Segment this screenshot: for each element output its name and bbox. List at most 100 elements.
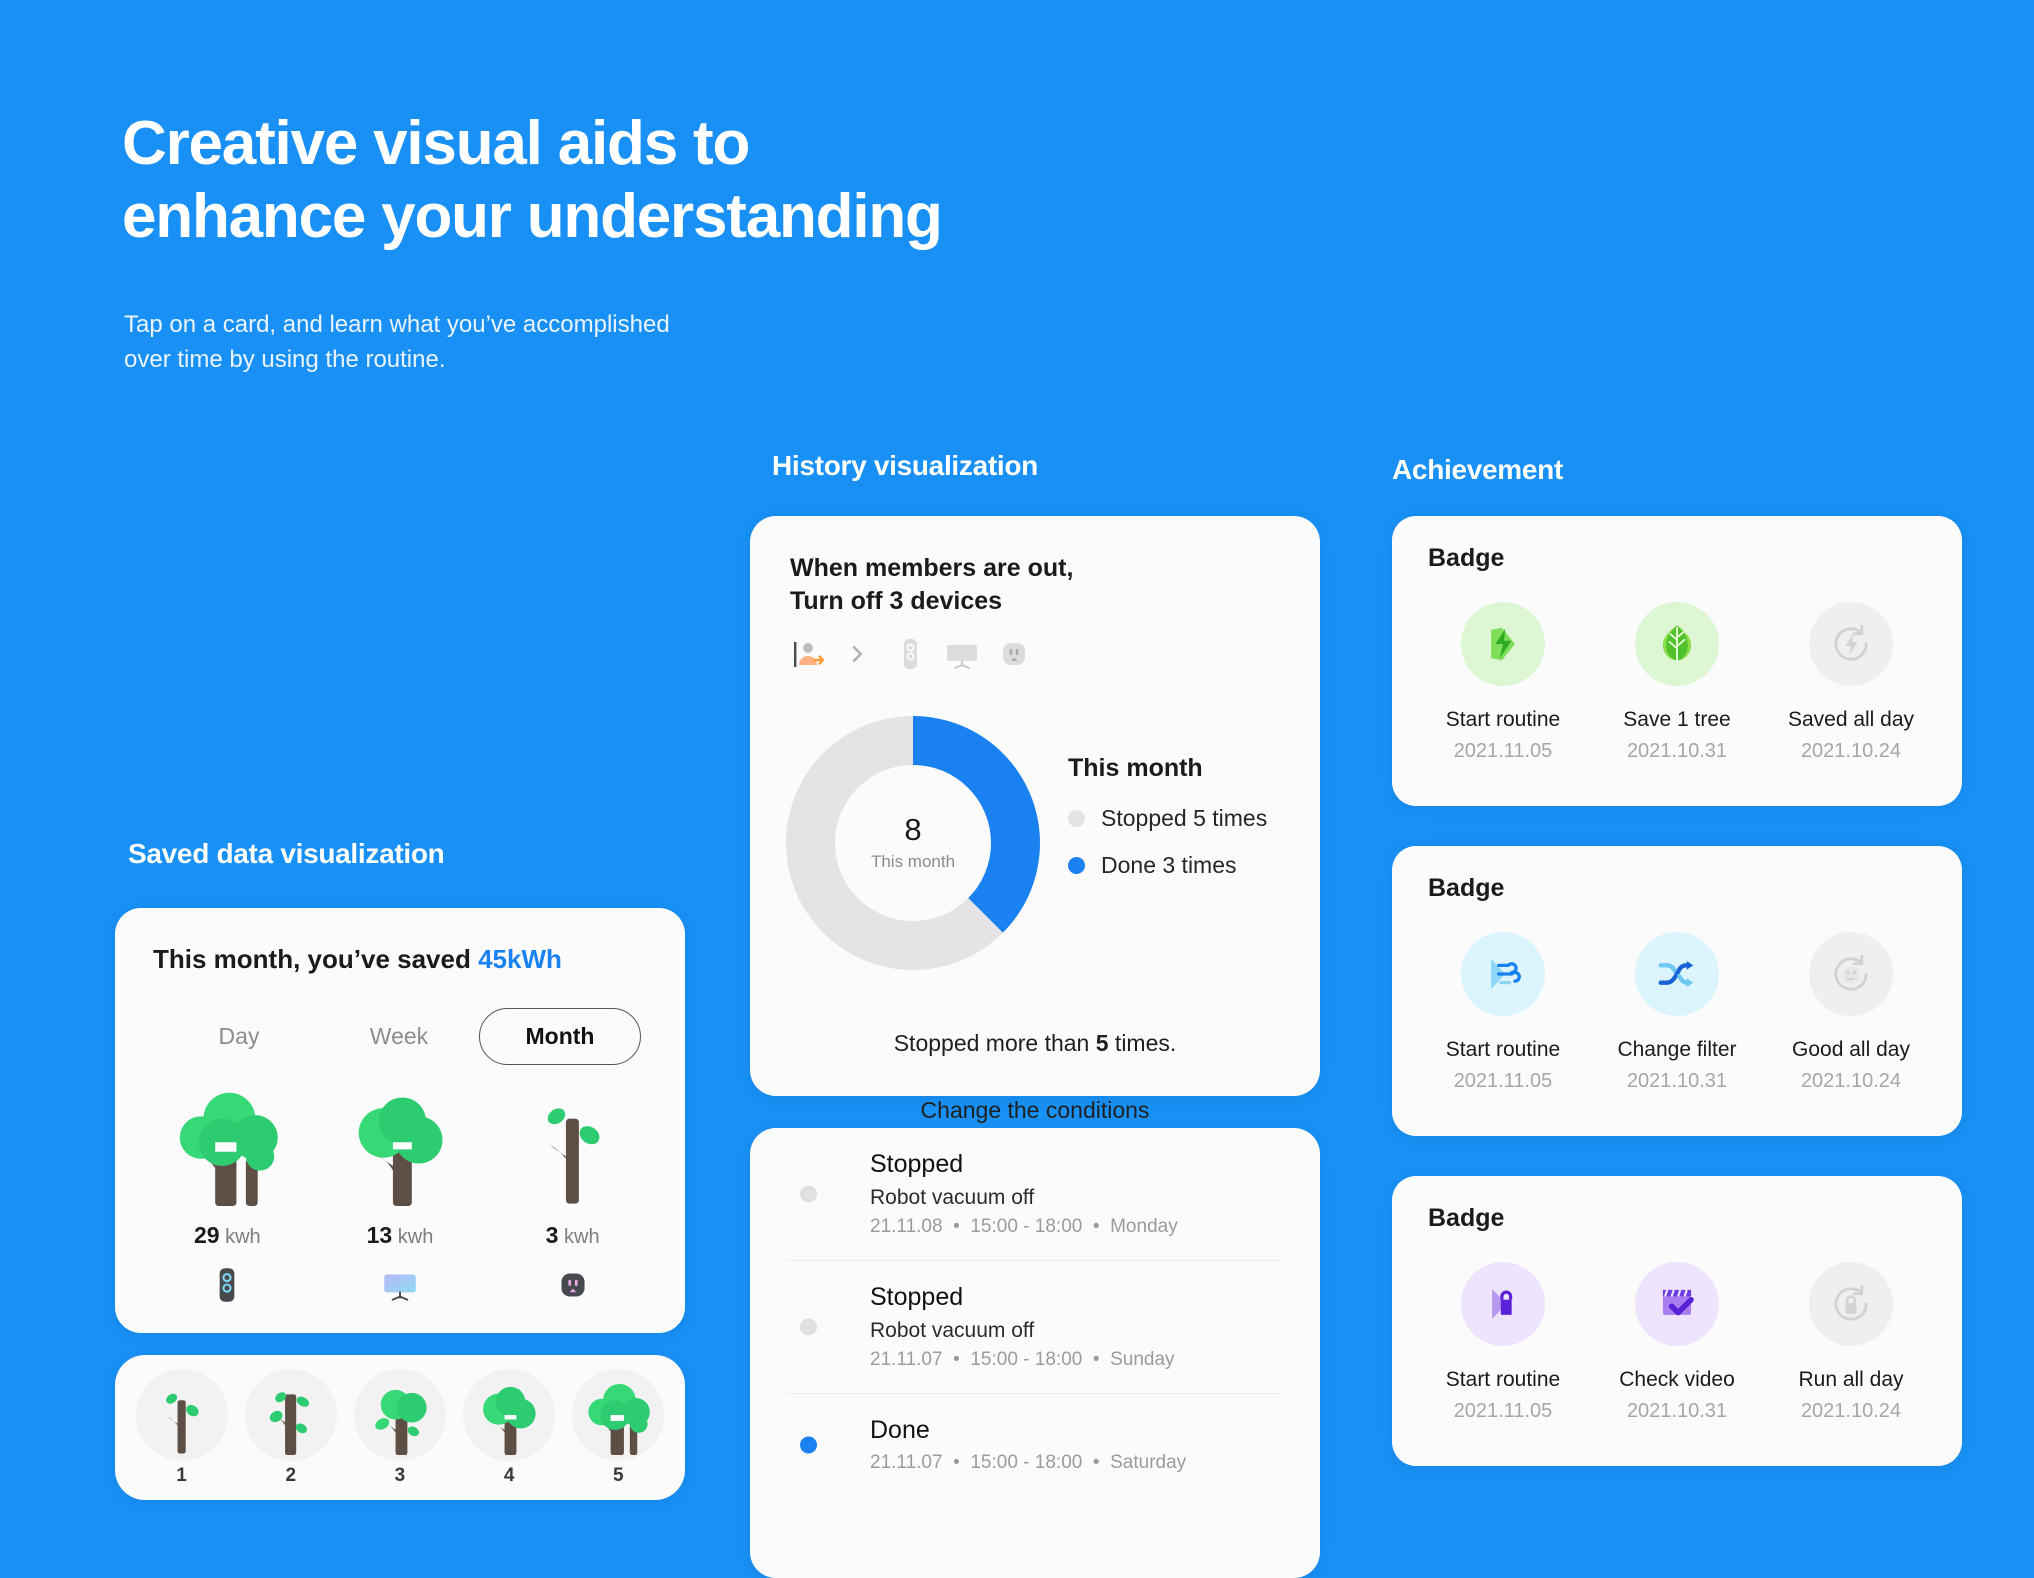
- savings-number: 3: [545, 1222, 559, 1248]
- period-tab-week[interactable]: Week: [319, 1009, 479, 1064]
- air-flow-icon: [1461, 932, 1545, 1016]
- savings-value: 13 kwh: [367, 1222, 434, 1249]
- log-meta-separator: •: [942, 1349, 971, 1370]
- tree-stage-illustration: [353, 1368, 446, 1461]
- badge-item[interactable]: Start routine 2021.11.05: [1423, 1262, 1583, 1423]
- tv-icon: [942, 634, 982, 674]
- log-status: Done: [870, 1416, 930, 1444]
- donut-center: 8 This month: [835, 765, 991, 921]
- tree-stage-illustration: [463, 1368, 556, 1461]
- refresh-lock-icon: [1809, 1262, 1893, 1346]
- legend-item: Stopped 5 times: [1068, 805, 1267, 832]
- badge-item[interactable]: Run all day 2021.10.24: [1771, 1262, 1931, 1423]
- member-leaving-icon: [790, 634, 830, 674]
- tree-stage-number: 2: [285, 1464, 297, 1486]
- donut-center-caption: This month: [870, 852, 956, 871]
- routine-flow-icons: [790, 634, 1034, 674]
- savings-unit: kwh: [397, 1226, 434, 1248]
- tree-stage-item[interactable]: 2: [244, 1368, 337, 1487]
- tree-stage-number: 1: [176, 1464, 187, 1486]
- savings-number: 29: [193, 1222, 220, 1248]
- remote-control-icon: [890, 634, 930, 674]
- device-savings-row: 29 kwh 13 kwh 3 kwh: [115, 1092, 685, 1307]
- log-status-dot: [800, 1318, 817, 1336]
- donut-total-value: 8: [904, 812, 922, 847]
- history-log-item[interactable]: Stopped Robot vacuum off 21.11.07 • 15:00 …: [786, 1260, 1284, 1393]
- badge-date: 2021.10.31: [1626, 1070, 1728, 1092]
- savings-unit: kwh: [225, 1226, 261, 1248]
- badge-date: 2021.11.05: [1453, 1400, 1553, 1422]
- log-weekday: Monday: [1110, 1216, 1178, 1237]
- badge-card[interactable]: Badge Start routine 2021.11.05 Change filt…: [1392, 846, 1962, 1136]
- badge-date: 2021.10.31: [1626, 740, 1728, 762]
- log-description: Robot vacuum off: [870, 1319, 1035, 1342]
- device-savings-item: 13 kwh: [325, 1096, 475, 1307]
- badge-date: 2021.10.24: [1800, 740, 1902, 762]
- routine-title: When members are out, Turn off 3 devices: [790, 554, 1074, 616]
- legend-label: Stopped 5 times: [1101, 805, 1268, 831]
- legend-label: Done 3 times: [1101, 852, 1237, 878]
- leaf-icon: [1635, 602, 1719, 686]
- badge-date: 2021.10.24: [1800, 1070, 1902, 1092]
- tree-growth-stage-card[interactable]: 1 2 3 4 5: [115, 1355, 685, 1500]
- history-visualization-card[interactable]: When members are out, Turn off 3 devices…: [750, 516, 1320, 1123]
- chevron-right-icon: [842, 639, 872, 669]
- tree-stage-item[interactable]: 1: [135, 1368, 228, 1487]
- tree-stage-item[interactable]: 4: [463, 1368, 556, 1487]
- tree-illustration: [168, 1092, 286, 1206]
- section-heading-achievement: Achievement: [1392, 454, 1563, 485]
- tree-stage-illustration: [244, 1368, 337, 1461]
- badge-item[interactable]: Save 1 tree 2021.10.31: [1597, 602, 1757, 763]
- log-time-range: 15:00 - 18:00: [970, 1216, 1083, 1237]
- period-tab-day[interactable]: Day: [159, 1009, 319, 1064]
- log-meta: 21.11.07 • 15:00 - 18:00 • Sunday: [870, 1349, 1284, 1371]
- page-subtitle: Tap on a card, and learn what you’ve acc…: [124, 311, 670, 373]
- log-meta: 21.11.07 • 15:00 - 18:00 • Saturday: [870, 1452, 1284, 1474]
- saved-data-card[interactable]: This month, you’ve saved 45kWh Day Week Mo…: [115, 908, 685, 1333]
- badge-label: Start routine: [1445, 708, 1561, 731]
- power-outlet-icon: [994, 634, 1034, 674]
- history-log-item[interactable]: Stopped Robot vacuum off 21.11.08 • 15:00 …: [786, 1128, 1284, 1260]
- badge-item[interactable]: Start routine 2021.11.05: [1423, 932, 1583, 1093]
- power-outlet-icon: [552, 1263, 594, 1307]
- legend-item: Done 3 times: [1068, 852, 1267, 879]
- badge-date: 2021.11.05: [1453, 740, 1553, 762]
- log-status-dot: [800, 1436, 817, 1454]
- badge-label: Change filter: [1617, 1038, 1737, 1061]
- savings-value: 29 kwh: [194, 1222, 261, 1249]
- log-meta-separator: •: [942, 1216, 971, 1237]
- log-weekday: Saturday: [1110, 1452, 1187, 1473]
- log-description: Robot vacuum off: [870, 1186, 1035, 1209]
- energy-bolt-icon: [1461, 602, 1545, 686]
- badge-item[interactable]: Start routine 2021.11.05: [1423, 602, 1583, 763]
- tree-illustration: [514, 1096, 632, 1206]
- tree-stage-item[interactable]: 3: [353, 1368, 446, 1487]
- legend-color-dot: [1068, 857, 1085, 874]
- tree-stage-item[interactable]: 5: [572, 1368, 665, 1487]
- badge-item[interactable]: Good all day 2021.10.24: [1771, 932, 1931, 1093]
- period-tab-label: Week: [369, 1023, 429, 1049]
- badge-item[interactable]: Change filter 2021.10.31: [1597, 932, 1757, 1093]
- badge-item[interactable]: Saved all day 2021.10.24: [1771, 602, 1931, 763]
- donut-chart: 8 This month: [786, 716, 1040, 970]
- badge-card-heading: Badge: [1428, 874, 1505, 902]
- period-tab-group[interactable]: Day Week Month: [115, 1008, 685, 1065]
- log-date: 21.11.07: [870, 1349, 943, 1370]
- badge-card[interactable]: Badge Start routine 2021.11.05 Save 1 tree…: [1392, 516, 1962, 806]
- section-heading-history: History visualization: [772, 450, 1038, 481]
- badge-card[interactable]: Badge Start routine 2021.11.05 Check video…: [1392, 1176, 1962, 1466]
- period-tab-month[interactable]: Month: [479, 1008, 641, 1065]
- badge-item[interactable]: Check video 2021.10.31: [1597, 1262, 1757, 1423]
- badge-label: Saved all day: [1787, 708, 1915, 731]
- log-meta-separator: •: [1082, 1216, 1111, 1237]
- badge-date: 2021.11.05: [1453, 1070, 1553, 1092]
- history-log-item[interactable]: Done 21.11.07 • 15:00 - 18:00 • Saturday: [786, 1393, 1284, 1496]
- device-savings-item: 29 kwh: [152, 1092, 302, 1307]
- log-meta-separator: •: [1082, 1452, 1111, 1473]
- badge-label: Good all day: [1792, 1038, 1910, 1061]
- footer-suffix: times.: [1108, 1030, 1177, 1057]
- badge-date: 2021.10.24: [1800, 1400, 1902, 1422]
- tv-icon: [379, 1263, 421, 1307]
- period-tab-label: Month: [525, 1023, 595, 1049]
- history-log-card[interactable]: Stopped Robot vacuum off 21.11.08 • 15:00 …: [750, 1128, 1320, 1578]
